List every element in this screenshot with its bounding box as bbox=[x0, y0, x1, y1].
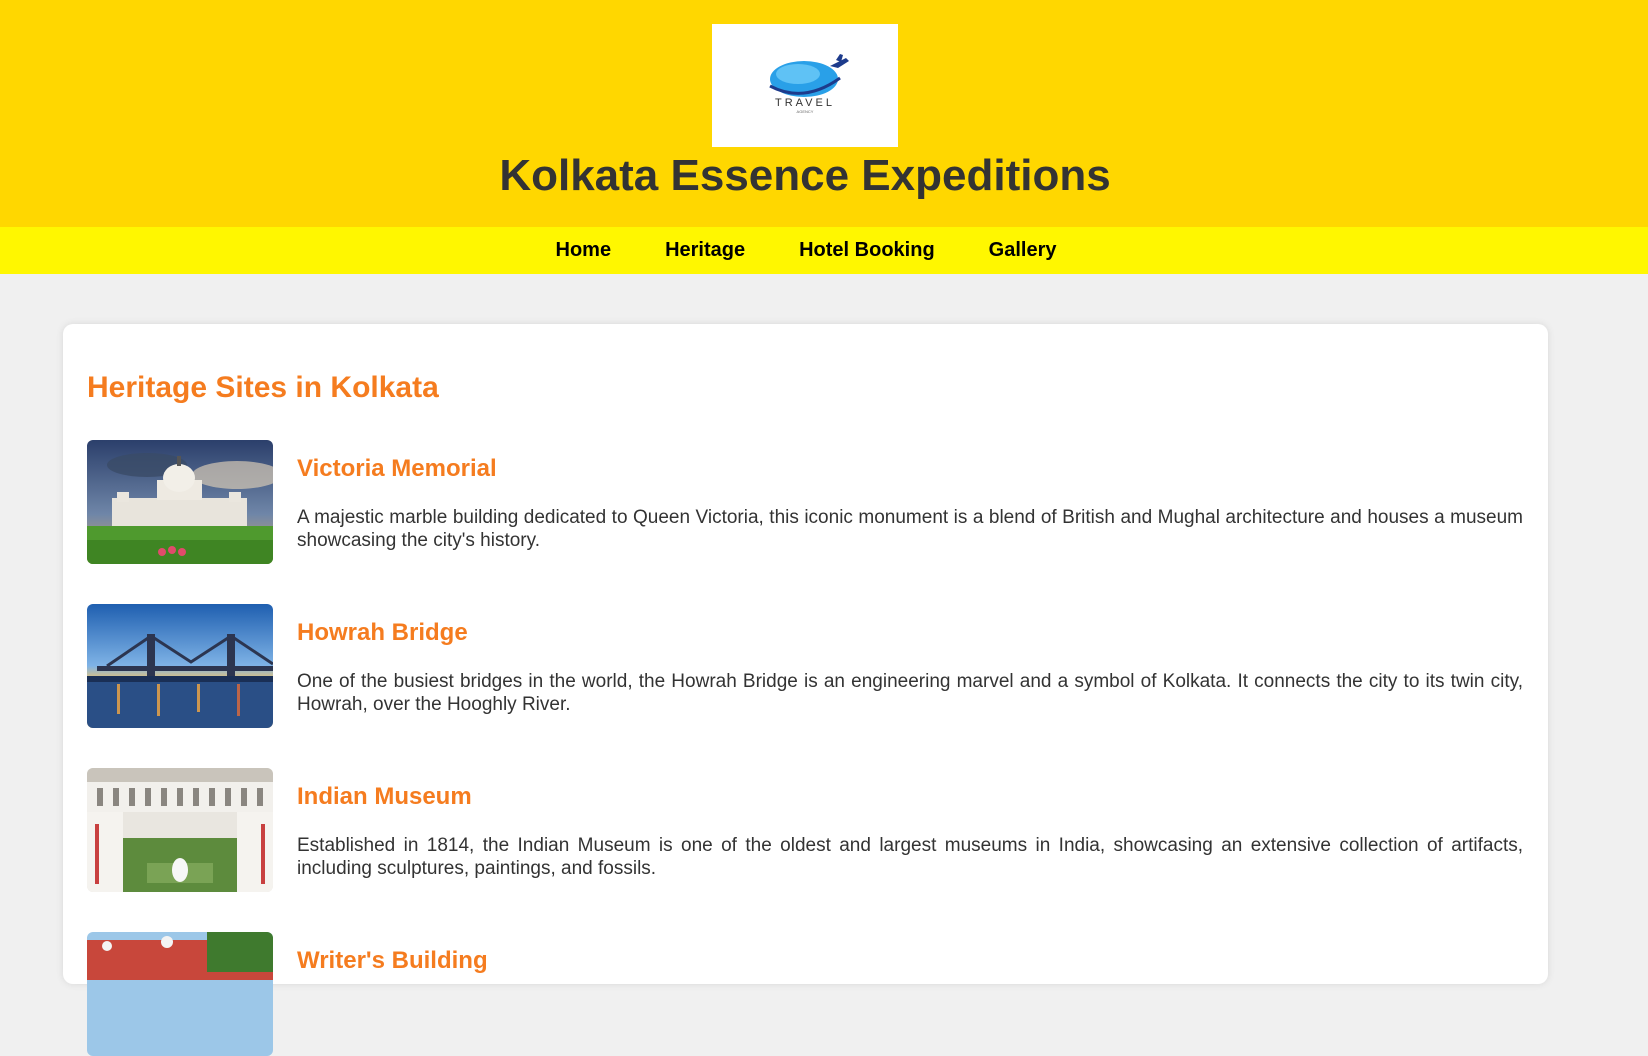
writers-building-image bbox=[87, 932, 273, 1056]
main-navbar: Home Heritage Hotel Booking Gallery bbox=[0, 227, 1648, 274]
site-description: Established in 1814, the Indian Museum i… bbox=[297, 835, 1523, 879]
svg-text:AGENCY: AGENCY bbox=[797, 109, 814, 114]
heritage-site-item: Howrah Bridge One of the busiest bridges… bbox=[87, 604, 1527, 728]
globe-plane-icon: TRAVEL AGENCY bbox=[769, 54, 849, 114]
site-description: A majestic marble building dedicated to … bbox=[297, 507, 1523, 551]
howrah-bridge-image bbox=[87, 604, 273, 728]
site-name[interactable]: Victoria Memorial bbox=[297, 454, 497, 484]
travel-agency-logo[interactable]: TRAVEL AGENCY bbox=[712, 24, 898, 147]
site-name[interactable]: Howrah Bridge bbox=[297, 618, 468, 648]
indian-museum-image bbox=[87, 768, 273, 892]
section-title: Heritage Sites in Kolkata bbox=[87, 371, 439, 404]
svg-text:TRAVEL: TRAVEL bbox=[775, 97, 835, 109]
heritage-content-card: Heritage Sites in Kolkata Victoria Memor… bbox=[63, 324, 1548, 1056]
site-title: Kolkata Essence Expeditions bbox=[499, 151, 1111, 200]
victoria-memorial-image bbox=[87, 440, 273, 564]
heritage-site-item: Indian Museum Established in 1814, the I… bbox=[87, 768, 1527, 892]
nav-home-link[interactable]: Home bbox=[556, 239, 612, 262]
heritage-site-item: Victoria Memorial A majestic marble buil… bbox=[87, 440, 1527, 564]
site-name[interactable]: Indian Museum bbox=[297, 782, 472, 812]
nav-hotel-booking-link[interactable]: Hotel Booking bbox=[799, 239, 935, 262]
nav-heritage-link[interactable]: Heritage bbox=[665, 239, 745, 262]
site-header: TRAVEL AGENCY Kolkata Essence Expedition… bbox=[0, 0, 1648, 227]
site-name[interactable]: Writer's Building bbox=[297, 946, 488, 976]
heritage-site-item: Writer's Building bbox=[87, 932, 1527, 1056]
nav-gallery-link[interactable]: Gallery bbox=[989, 239, 1057, 262]
site-description: One of the busiest bridges in the world,… bbox=[297, 671, 1523, 715]
